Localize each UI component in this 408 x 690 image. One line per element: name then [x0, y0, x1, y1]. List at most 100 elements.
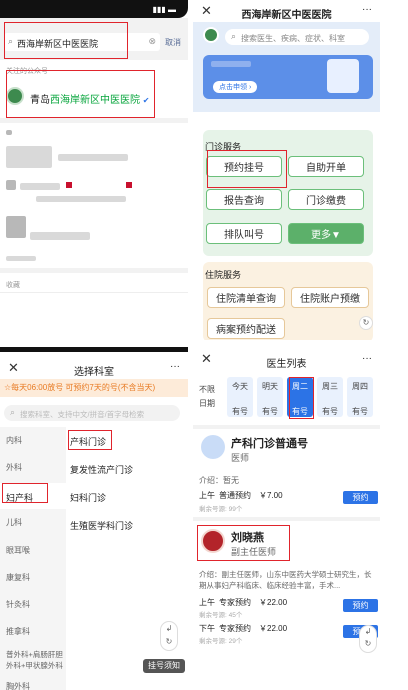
queue-button[interactable]: 排队叫号 — [206, 223, 282, 244]
department-item[interactable]: 生殖医学科门诊 — [70, 519, 133, 532]
availability-label: 有号 — [322, 407, 338, 416]
search-value: 西海岸新区中医医院 — [17, 39, 99, 49]
account-name: 青岛西海岸新区中医医院 ✔ — [30, 91, 149, 106]
availability-label: 有号 — [262, 407, 278, 416]
inpatient-section: 住院服务 住院清单查询 住院账户预缴 病案预约配送 — [203, 262, 373, 340]
report-query-button[interactable]: 报告查询 — [206, 189, 282, 210]
appointment-button[interactable]: 预约挂号 — [206, 156, 282, 177]
category-item[interactable]: 针灸科 — [6, 599, 30, 610]
cancel-button[interactable]: 取消 — [165, 37, 181, 48]
divider — [193, 517, 380, 521]
status-bar: ▮▮▮ ▬ — [0, 0, 188, 18]
date-cell[interactable]: 今天 有号 — [227, 377, 253, 417]
book-button[interactable]: 预约 — [343, 491, 378, 504]
more-icon[interactable]: ··· — [170, 361, 180, 372]
date-label: 周四 — [352, 382, 368, 391]
page-title: 选择科室 — [74, 367, 114, 378]
account-prefix: 青岛 — [30, 95, 50, 106]
divider — [0, 118, 188, 123]
category-item[interactable]: 内科 — [6, 435, 22, 446]
blurred-item — [30, 232, 90, 240]
blurred-item — [36, 196, 126, 202]
inpatient-prepay-button[interactable]: 住院账户预缴 — [291, 287, 369, 308]
self-service-order-button[interactable]: 自助开单 — [288, 156, 364, 177]
date-cell-selected[interactable]: 周二 有号 — [287, 377, 313, 417]
blurred-item — [6, 130, 12, 135]
hospital-logo-icon — [203, 27, 219, 43]
doctor-card[interactable]: 刘晓燕 副主任医师 介绍：副主任医师，山东中医药大学硕士研究生，长期从事妇产科临… — [193, 523, 380, 663]
section-label: 收藏 — [6, 282, 20, 289]
remaining-slots: 剩余号源: 45个 — [199, 612, 243, 619]
price: ￥22.00 — [259, 598, 288, 607]
account-result[interactable]: 青岛西海岸新区中医医院 ✔ — [0, 78, 188, 116]
category-list: 内科 外科 妇产科 儿科 眼耳喉 康复科 针灸科 推拿科 普外科+肩肠肝胆外科+… — [0, 427, 66, 690]
session-label: 上午 — [199, 491, 215, 500]
inpatient-list-button[interactable]: 住院清单查询 — [207, 287, 285, 308]
refresh-icon[interactable]: ↲ ↻ — [359, 625, 377, 653]
clear-icon[interactable]: ⊗ — [148, 36, 156, 47]
search-placeholder: 搜索科室、支持中文/拼音/首字母检索 — [20, 410, 145, 419]
registration-notice-button[interactable]: 挂号须知 — [143, 659, 185, 673]
avatar — [201, 435, 225, 459]
availability-label: 有号 — [232, 407, 248, 416]
availability-label: 有号 — [352, 407, 368, 416]
price: ￥7.00 — [259, 491, 283, 500]
page-title: 医生列表 — [266, 359, 307, 370]
category-item-active[interactable]: 妇产科 — [0, 483, 66, 509]
booking-type: 普通预约 — [219, 491, 251, 500]
category-item[interactable]: 儿科 — [6, 517, 22, 528]
date-cell[interactable]: 周四 有号 — [347, 377, 373, 417]
outpatient-payment-button[interactable]: 门诊缴费 — [288, 189, 364, 210]
refresh-icon[interactable]: ↻ — [359, 316, 373, 330]
page-title: 西海岸新区中医医院 — [241, 10, 332, 21]
category-item[interactable]: 康复科 — [6, 572, 30, 583]
title-bar: ✕ 医生列表 ··· — [193, 347, 380, 370]
category-item[interactable]: 普外科+肩肠肝胆外科+甲状腺外科 — [6, 649, 64, 671]
section-title: 门诊服务 — [205, 142, 242, 152]
date-cell[interactable]: 明天 有号 — [257, 377, 283, 417]
refresh-icon[interactable]: ↲ ↻ — [160, 621, 178, 651]
session-label: 上午 — [199, 598, 215, 607]
divider — [0, 268, 188, 273]
session-label: 下午 — [199, 624, 215, 633]
blurred-item — [126, 182, 132, 188]
blurred-item — [20, 183, 60, 190]
date-cell-any[interactable]: 不限 日期 — [199, 383, 215, 411]
department-item[interactable]: 产科门诊 — [70, 435, 106, 448]
wechat-search-panel: ▮▮▮ ▬ ⌕ 西海岸新区中医医院 ⊗ 取消 关注的公众号 青岛西海岸新区中医医… — [0, 0, 188, 340]
book-button[interactable]: 预约 — [343, 599, 378, 612]
doctor-list-panel: ✕ 医生列表 ··· 不限 日期 今天 有号 明天 有号 周二 有号 周三 有号 … — [193, 347, 380, 690]
case-delivery-button[interactable]: 病案预约配送 — [207, 318, 285, 339]
date-label: 不限 — [199, 385, 215, 394]
department-item[interactable]: 妇科门诊 — [70, 491, 106, 504]
blurred-item — [6, 146, 52, 168]
search-input[interactable]: ⌕ 搜索医生、疾病、症状、科室 — [225, 29, 369, 45]
department-search-input[interactable]: ⌕ 搜索科室、支持中文/拼音/首字母检索 — [4, 405, 180, 421]
doctor-card[interactable]: 产科门诊普通号 医师 介绍：暂无 上午 普通预约 ￥7.00 剩余号源: 99个… — [193, 431, 380, 515]
category-item[interactable]: 外科 — [6, 462, 22, 473]
blurred-item — [6, 216, 26, 238]
category-item[interactable]: 胸外科 — [6, 681, 30, 690]
more-services-button[interactable]: 更多▼ — [288, 223, 364, 244]
blurred-item — [211, 61, 251, 67]
doctor-name: 产科门诊普通号 — [231, 438, 308, 450]
category-item[interactable]: 眼耳喉 — [6, 545, 30, 556]
more-icon[interactable]: ··· — [362, 4, 372, 15]
account-highlight: 西海岸新区中医医院 — [50, 95, 140, 106]
title-bar: ✕ 西海岸新区中医医院 ··· — [193, 0, 380, 22]
promo-banner[interactable]: 点击申领 › — [203, 55, 373, 99]
search-input[interactable]: ⌕ 西海岸新区中医医院 ⊗ — [4, 33, 160, 51]
apply-button[interactable]: 点击申领 › — [213, 81, 258, 93]
notice-banner: ☆每天06:00放号 可预约7天的号(不含当天) — [0, 379, 188, 397]
date-cell[interactable]: 周三 有号 — [317, 377, 343, 417]
avatar — [201, 529, 225, 553]
hospital-logo-icon — [6, 87, 24, 105]
doctor-intro: 介绍：副主任医师，山东中医药大学硕士研究生，长期从事妇产科临床、临床经验丰富，手… — [199, 570, 372, 590]
department-item[interactable]: 复发性流产门诊 — [70, 463, 133, 476]
date-label: 周二 — [292, 382, 308, 391]
more-icon[interactable]: ··· — [362, 353, 372, 364]
date-label: 周三 — [322, 382, 338, 391]
category-item[interactable]: 推拿科 — [6, 626, 30, 637]
title-bar: ✕ 选择科室 ··· — [0, 352, 188, 379]
hospital-home-panel: ✕ 西海岸新区中医医院 ··· ⌕ 搜索医生、疾病、症状、科室 点击申领 › 门… — [193, 0, 380, 340]
